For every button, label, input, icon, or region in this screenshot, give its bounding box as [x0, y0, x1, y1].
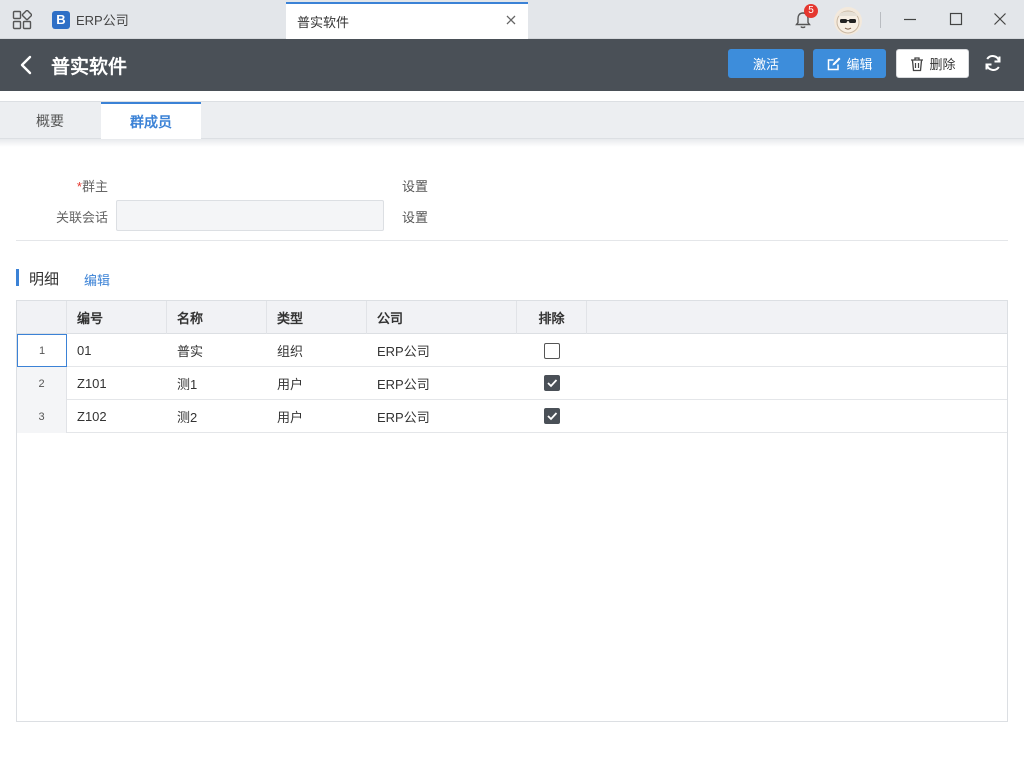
cell-type[interactable]: 用户 — [267, 400, 367, 433]
tab-erp-company[interactable]: B ERP公司 — [52, 0, 129, 39]
table-row[interactable]: 2 Z101 测1 用户 ERP公司 — [17, 367, 1007, 400]
close-window-icon[interactable] — [992, 11, 1008, 27]
form-divider — [16, 240, 1008, 241]
titlebar-separator — [880, 12, 881, 28]
page-title: 普实软件 — [51, 57, 128, 78]
edit-icon — [828, 57, 841, 70]
cell-company[interactable]: ERP公司 — [367, 334, 517, 367]
detail-grid: 编号 名称 类型 公司 排除 1 01 普实 组织 ERP公司 2 Z101 测… — [16, 300, 1008, 722]
refresh-icon[interactable] — [983, 53, 1003, 73]
apps-grid-icon[interactable] — [12, 10, 32, 30]
cell-company[interactable]: ERP公司 — [367, 400, 517, 433]
minimize-icon[interactable] — [902, 11, 918, 27]
exclude-checkbox[interactable] — [544, 343, 560, 359]
session-field[interactable] — [116, 200, 384, 231]
maximize-icon[interactable] — [948, 11, 964, 27]
session-set-link[interactable]: 设置 — [402, 207, 428, 226]
row-number[interactable]: 2 — [17, 367, 67, 400]
column-header-type[interactable]: 类型 — [267, 301, 367, 334]
close-tab-icon[interactable] — [504, 13, 518, 27]
delete-button[interactable]: 删除 — [896, 49, 969, 78]
exclude-checkbox[interactable] — [544, 375, 560, 391]
column-header-name[interactable]: 名称 — [167, 301, 267, 334]
cell-type[interactable]: 用户 — [267, 367, 367, 400]
table-row[interactable]: 3 Z102 测2 用户 ERP公司 — [17, 400, 1007, 433]
owner-set-link[interactable]: 设置 — [402, 176, 428, 195]
section-accent-bar — [16, 269, 19, 286]
back-arrow-icon[interactable] — [17, 54, 37, 76]
edit-button-label: 编辑 — [846, 57, 873, 72]
tab-overview[interactable]: 概要 — [0, 102, 100, 139]
grid-header-rownum — [17, 301, 67, 334]
session-label: 关联会话 — [55, 210, 108, 225]
checkmark-icon — [547, 412, 558, 421]
page-header: 普实软件 激活 编辑 删除 — [0, 39, 1024, 91]
grid-header-row: 编号 名称 类型 公司 排除 — [17, 301, 1007, 334]
avatar-face-icon — [836, 10, 860, 34]
column-header-code[interactable]: 编号 — [67, 301, 167, 334]
cell-name[interactable]: 测2 — [167, 400, 267, 433]
checkmark-icon — [547, 379, 558, 388]
cell-code[interactable]: Z101 — [67, 367, 167, 400]
cell-code[interactable]: 01 — [67, 334, 167, 367]
detail-section-title: 明细 — [29, 271, 60, 288]
cell-code[interactable]: Z102 — [67, 400, 167, 433]
notification-badge: 5 — [804, 4, 818, 18]
cell-company[interactable]: ERP公司 — [367, 367, 517, 400]
owner-label: *群主 — [8, 176, 108, 195]
row-number[interactable]: 1 — [17, 334, 67, 367]
trash-icon — [911, 56, 924, 71]
row-number[interactable]: 3 — [17, 400, 67, 433]
avatar[interactable] — [834, 7, 862, 35]
owner-label-text: 群主 — [81, 179, 108, 194]
activate-button[interactable]: 激活 — [728, 49, 804, 78]
detail-edit-link[interactable]: 编辑 — [84, 270, 110, 289]
activate-button-label: 激活 — [752, 57, 779, 72]
cell-name[interactable]: 测1 — [167, 367, 267, 400]
column-header-company[interactable]: 公司 — [367, 301, 517, 334]
cell-name[interactable]: 普实 — [167, 334, 267, 367]
window-titlebar: B ERP公司 普实软件 5 — [0, 0, 1024, 39]
tabs-shadow — [0, 139, 1024, 147]
table-row[interactable]: 1 01 普实 组织 ERP公司 — [17, 334, 1007, 367]
section-tabs: 概要 群成员 — [0, 101, 1024, 140]
tab-group-members[interactable]: 群成员 — [101, 102, 201, 140]
exclude-checkbox[interactable] — [544, 408, 560, 424]
tab-active-label: 普实软件 — [297, 15, 350, 30]
erp-logo-icon: B — [52, 10, 70, 29]
delete-button-label: 删除 — [929, 57, 956, 72]
tab-active-document[interactable]: 普实软件 — [286, 2, 528, 39]
cell-type[interactable]: 组织 — [267, 334, 367, 367]
column-header-exclude[interactable]: 排除 — [517, 301, 587, 334]
edit-button[interactable]: 编辑 — [813, 49, 886, 78]
tab-erp-company-label: ERP公司 — [76, 13, 129, 28]
